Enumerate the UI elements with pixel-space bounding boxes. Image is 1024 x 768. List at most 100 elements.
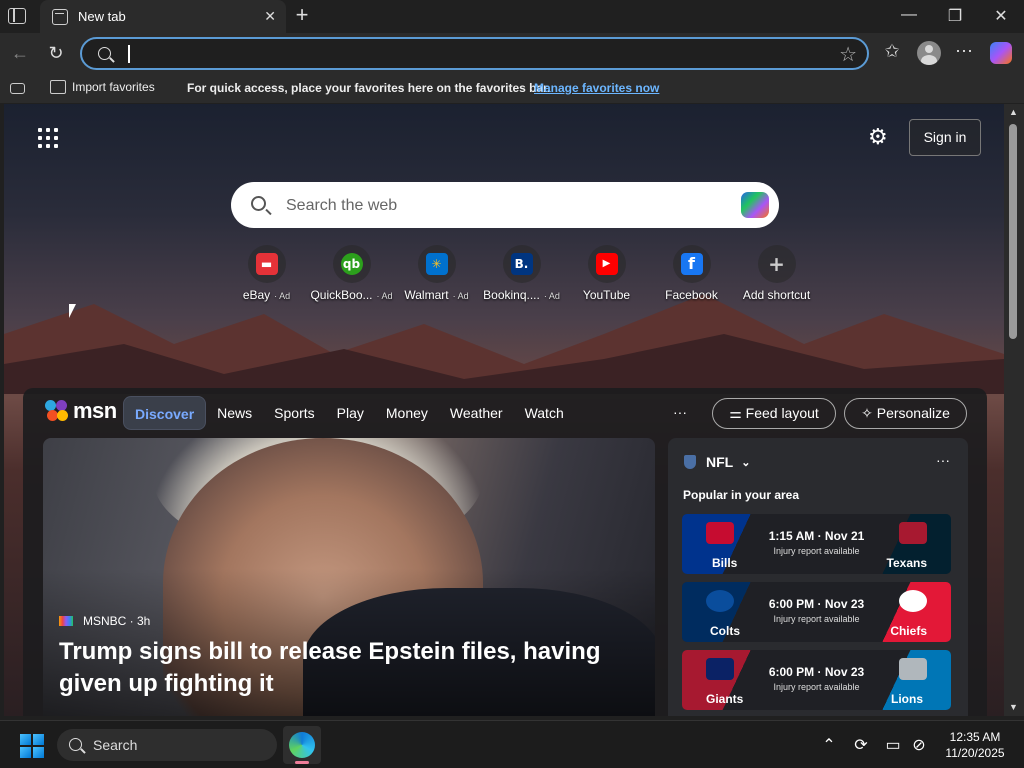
shortcut-glyph: ▶ [595,253,618,275]
shortcut-youtube[interactable]: ▶ YouTube [564,245,649,302]
tab-strip: New tab ✕ + — ❐ ✕ [0,0,1024,33]
shortcut-label: Walmart [404,288,449,302]
feed-layout-button[interactable]: ⚌ Feed layout [712,398,836,429]
shortcut-ebay[interactable]: ▬ eBay · Ad [224,245,309,302]
network-muted-icon[interactable]: ⊘ [908,735,930,755]
tab-close-icon[interactable]: ✕ [264,8,276,25]
edge-icon [289,732,315,758]
tab-news[interactable]: News [206,396,263,430]
tab-money[interactable]: Money [375,396,439,430]
tab-actions-icon[interactable] [8,8,26,24]
tab-discover[interactable]: Discover [123,396,207,430]
page-scrollbar[interactable]: ▲ ▼ [1004,104,1024,716]
new-tab-button[interactable]: + [290,4,314,26]
chevron-up-icon[interactable]: ⌃ [818,735,840,755]
personalize-label: Personalize [876,405,950,421]
article-source-label: MSNBC · 3h [83,614,151,628]
shortcut-label: Facebook [665,288,718,302]
close-window-button[interactable]: ✕ [986,6,1016,26]
tab-play[interactable]: Play [326,396,375,430]
ebay-icon: ▬ [247,245,286,283]
tab-new-tab[interactable]: New tab ✕ [40,0,286,33]
shortcut-label: Bookinq.... [483,288,540,302]
ad-badge: · Ad [274,291,291,301]
article-source: MSNBC · 3h [59,614,150,628]
shortcut-glyph: ▬ [255,253,278,275]
favorites-icon[interactable]: ✩ [879,41,905,62]
facebook-icon: f [672,245,711,283]
settings-more-button[interactable]: ⋯ [951,41,977,62]
shortcut-glyph: qb [340,253,363,275]
game-row[interactable]: Giants Lions 6:00 PM · Nov 23 Injury rep… [682,650,951,710]
edge-taskbar-button[interactable] [283,726,321,764]
nav-more-button[interactable]: ··· [673,404,687,420]
profile-avatar[interactable] [917,41,941,65]
clock-date: 11/20/2025 [945,746,1005,760]
ad-badge: · Ad [452,291,469,301]
sync-icon[interactable]: ⟳ [850,735,872,755]
windows-start-icon[interactable] [20,734,44,758]
shortcut-quickbooks[interactable]: qb QuickBoo... · Ad [309,245,394,302]
scrollbar-thumb[interactable] [1009,124,1017,339]
copilot-icon[interactable] [741,192,769,218]
import-favorites-button[interactable]: Import favorites [50,80,155,94]
feed-layout-label: Feed layout [745,405,819,421]
system-clock[interactable]: 12:35 AM 11/20/2025 [935,729,1015,761]
favorite-star-icon[interactable]: ☆ [839,42,857,67]
shortcut-label: QuickBoo... [310,288,373,302]
ad-badge: · Ad [376,291,393,301]
manage-favorites-link[interactable]: Manage favorites now [534,81,659,95]
msn-feed: msn Discover News Sports Play Money Weat… [23,388,987,716]
web-search-box[interactable]: Search the web [231,182,779,228]
back-button[interactable]: ← [8,43,32,64]
article-headline[interactable]: Trump signs bill to release Epstein file… [59,636,649,700]
hero-article[interactable]: MSNBC · 3h Trump signs bill to release E… [43,438,655,716]
shortcut-add[interactable]: + Add shortcut [734,245,819,302]
shortcut-booking[interactable]: B. Bookinq.... · Ad [479,245,564,302]
personalize-button[interactable]: ✧ Personalize [844,398,967,429]
nfl-card: NFL ⌄ ··· Popular in your area Bills Texa… [668,438,968,716]
tab-watch[interactable]: Watch [514,396,575,430]
game-row[interactable]: Colts Chiefs 6:00 PM · Nov 23 Injury rep… [682,582,951,642]
reload-button[interactable]: ↻ [44,43,68,64]
nfl-header[interactable]: NFL ⌄ [684,454,750,470]
minimize-button[interactable]: — [894,6,924,24]
msn-wordmark: msn [73,398,117,423]
scroll-down-icon[interactable]: ▼ [1009,702,1018,712]
quick-links: ▬ eBay · Ad qb QuickBoo... · Ad ✳ Walmart ·… [224,245,819,302]
taskbar-search[interactable]: Search [57,729,277,761]
quickbooks-icon: qb [332,245,371,283]
apps-launcher-icon[interactable] [38,128,58,148]
away-team: Colts [710,624,740,638]
maximize-button[interactable]: ❐ [940,6,970,26]
active-indicator [295,761,309,764]
tab-weather[interactable]: Weather [439,396,514,430]
new-tab-icon [52,8,68,25]
tab-sports[interactable]: Sports [263,396,325,430]
chevron-down-icon: ⌄ [741,456,751,469]
search-icon [251,196,266,211]
msn-logo[interactable]: msn [45,398,117,424]
scroll-up-icon[interactable]: ▲ [1009,107,1018,117]
collections-icon[interactable] [10,83,25,94]
copilot-icon[interactable] [990,42,1012,64]
booking-icon: B. [502,245,541,283]
nfl-more-button[interactable]: ··· [936,452,950,468]
giants-logo-icon [706,658,734,680]
chiefs-logo-icon [899,590,927,612]
display-icon[interactable]: ▭ [882,735,904,755]
nfl-subtitle: Popular in your area [683,488,800,502]
shortcut-label: YouTube [582,288,631,302]
plus-icon: + [757,245,796,283]
home-team: Texans [886,556,927,570]
shortcut-label: Add shortcut [742,288,811,302]
taskbar: Search ⌃ ⟳ ▭ ⊘ 12:35 AM 11/20/2025 [0,720,1024,768]
shortcut-facebook[interactable]: f Facebook [649,245,734,302]
address-bar[interactable]: ☆ [80,37,869,70]
game-time: 6:00 PM · Nov 23 [768,665,865,679]
search-icon [98,47,111,60]
game-row[interactable]: Bills Texans 1:15 AM · Nov 21 Injury rep… [682,514,951,574]
shortcut-walmart[interactable]: ✳ Walmart · Ad [394,245,479,302]
sign-in-button[interactable]: Sign in [909,119,981,156]
page-settings-icon[interactable]: ⚙ [868,124,888,150]
